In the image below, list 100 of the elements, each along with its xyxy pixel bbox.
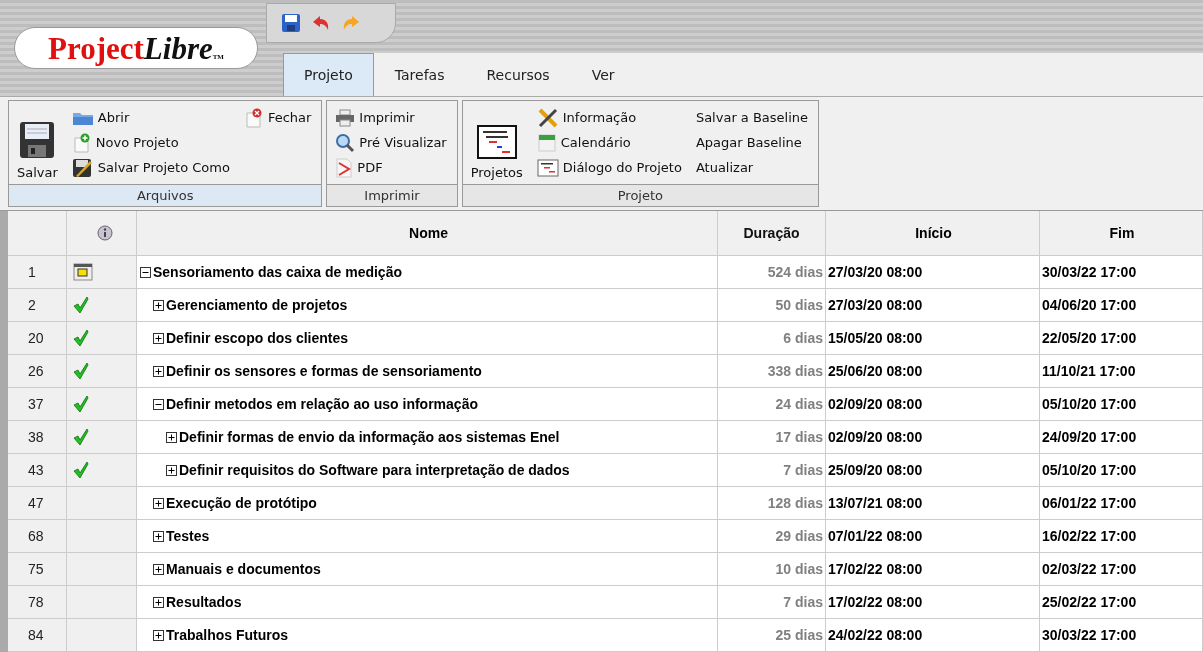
finish-date-cell: 22/05/20 17:00 (1040, 322, 1203, 355)
ribbon-button[interactable]: Atualizar (695, 155, 809, 180)
finish-date-cell: 24/09/20 17:00 (1040, 421, 1203, 454)
row-number: 38 (8, 421, 67, 454)
start-date-cell: 27/03/20 08:00 (826, 256, 1040, 289)
task-name: Definir metodos em relação ao uso informação (166, 396, 478, 412)
finish-date-cell: 16/02/22 17:00 (1040, 520, 1203, 553)
start-date-cell: 02/09/20 08:00 (826, 388, 1040, 421)
expand-icon[interactable] (153, 530, 164, 542)
printer-icon (335, 108, 356, 127)
finish-date-cell: 05/10/20 17:00 (1040, 454, 1203, 487)
finish-date-cell: 04/06/20 17:00 (1040, 289, 1203, 322)
ribbon-tab[interactable]: Projeto (283, 53, 374, 96)
start-date-cell: 07/01/22 08:00 (826, 520, 1040, 553)
gantt-chart-icon (536, 158, 559, 177)
row-number: 68 (8, 520, 67, 553)
row-number: 43 (8, 454, 67, 487)
expand-icon[interactable] (153, 629, 164, 641)
finish-date-cell: 25/02/22 17:00 (1040, 586, 1203, 619)
ribbon-large-button[interactable]: Salvar (17, 105, 58, 184)
column-header[interactable]: Duração (718, 211, 826, 256)
collapse-icon[interactable] (140, 266, 151, 278)
duration-cell: 24 dias (718, 388, 826, 421)
expand-icon[interactable] (166, 431, 177, 443)
finish-date-cell: 02/03/22 17:00 (1040, 553, 1203, 586)
ribbon-button[interactable]: PDF (335, 155, 447, 180)
duration-cell: 17 dias (718, 421, 826, 454)
save-as-icon (71, 157, 94, 178)
ribbon-button[interactable]: Salvar a Baseline (695, 105, 809, 130)
ribbon-button[interactable]: Abrir (71, 105, 230, 130)
task-name: Definir escopo dos clientes (166, 330, 349, 346)
save-icon[interactable] (281, 13, 301, 33)
finish-date-cell: 30/03/22 17:00 (1040, 619, 1203, 652)
group-label: Arquivos (9, 184, 322, 206)
ribbon-button[interactable]: Diálogo do Projeto (536, 155, 682, 180)
row-number: 84 (8, 619, 67, 652)
duration-cell: 338 dias (718, 355, 826, 388)
ribbon-large-button[interactable]: Projetos (470, 105, 523, 184)
column-header[interactable]: Início (826, 211, 1040, 256)
task-name: Testes (166, 528, 210, 544)
start-date-cell: 25/09/20 08:00 (826, 454, 1040, 487)
ribbon-button[interactable]: Novo Projeto (71, 130, 230, 155)
row-number: 47 (8, 487, 67, 520)
row-number: 37 (8, 388, 67, 421)
search-icon (335, 132, 356, 153)
ribbon-button[interactable]: Salvar Projeto Como (71, 155, 230, 180)
finish-date-cell: 11/10/21 17:00 (1040, 355, 1203, 388)
ribbon-button[interactable]: Calendário (536, 130, 682, 155)
ribbon-button[interactable]: Pré Visualizar (335, 130, 447, 155)
group-label: Projeto (462, 184, 819, 206)
finish-date-cell: 06/01/22 17:00 (1040, 487, 1203, 520)
task-name: Execução de protótipo (166, 495, 317, 511)
task-name: Definir os sensores e formas de sensoriamento (166, 363, 482, 379)
row-number: 2 (8, 289, 67, 322)
duration-cell: 6 dias (718, 322, 826, 355)
row-number: 26 (8, 355, 67, 388)
ribbon-button[interactable]: Informação (536, 105, 682, 130)
expand-icon[interactable] (153, 332, 164, 344)
task-name: Sensoriamento das caixa de medição (153, 264, 402, 280)
task-name: Manuais e documentos (166, 561, 321, 577)
finish-date-cell: 05/10/20 17:00 (1040, 388, 1203, 421)
duration-cell: 7 dias (718, 586, 826, 619)
duration-cell: 25 dias (718, 619, 826, 652)
expand-icon[interactable] (153, 365, 164, 377)
start-date-cell: 24/02/22 08:00 (826, 619, 1040, 652)
group-label: Imprimir (327, 184, 457, 206)
duration-cell: 50 dias (718, 289, 826, 322)
start-date-cell: 15/05/20 08:00 (826, 322, 1040, 355)
expand-icon[interactable] (153, 497, 164, 509)
start-date-cell: 17/02/22 08:00 (826, 586, 1040, 619)
ribbon-button[interactable]: Fechar (243, 105, 312, 130)
duration-cell: 29 dias (718, 520, 826, 553)
start-date-cell: 02/09/20 08:00 (826, 421, 1040, 454)
expand-icon[interactable] (166, 464, 177, 476)
start-date-cell: 17/02/22 08:00 (826, 553, 1040, 586)
expand-icon[interactable] (153, 563, 164, 575)
ribbon-button[interactable]: Apagar Baseline (695, 130, 809, 155)
new-document-icon (71, 132, 92, 153)
start-date-cell: 13/07/21 08:00 (826, 487, 1040, 520)
duration-cell: 7 dias (718, 454, 826, 487)
info-icon (96, 225, 113, 241)
column-header[interactable]: Nome (137, 211, 718, 256)
undo-icon[interactable] (311, 14, 331, 32)
collapse-icon[interactable] (153, 398, 164, 410)
duration-cell: 524 dias (718, 256, 826, 289)
close-document-icon (243, 107, 264, 128)
row-number: 78 (8, 586, 67, 619)
ribbon-button[interactable]: Imprimir (335, 105, 447, 130)
tools-icon (536, 107, 559, 128)
row-number: 1 (8, 256, 67, 289)
duration-cell: 128 dias (718, 487, 826, 520)
gantt-chart-icon (476, 125, 517, 159)
finish-date-cell: 30/03/22 17:00 (1040, 256, 1203, 289)
task-name: Definir formas de envio da informação aos sistemas Enel (179, 429, 560, 445)
duration-cell: 10 dias (718, 553, 826, 586)
expand-icon[interactable] (153, 299, 164, 311)
column-header[interactable]: Fim (1040, 211, 1203, 256)
expand-icon[interactable] (153, 596, 164, 608)
row-number: 75 (8, 553, 67, 586)
pdf-icon (335, 157, 354, 178)
